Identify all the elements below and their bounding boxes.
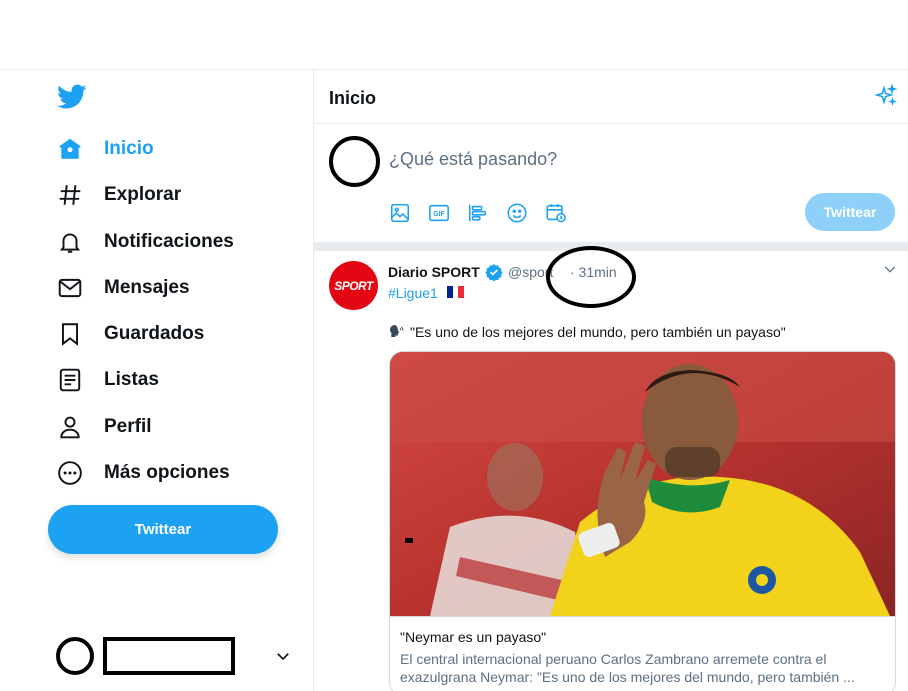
card-image (390, 352, 895, 616)
sidebar-item-label: Perfil (104, 416, 152, 437)
chevron-down-icon[interactable] (882, 261, 898, 282)
person-icon (56, 413, 84, 441)
compose-input[interactable] (389, 149, 789, 170)
bell-icon (56, 228, 84, 256)
sidebar-item-label: Más opciones (104, 462, 230, 483)
sidebar-item-label: Notificaciones (104, 231, 234, 252)
sidebar-item-listas[interactable]: Listas (56, 363, 159, 397)
bookmark-icon (56, 320, 84, 348)
twitter-bird-icon[interactable] (57, 84, 87, 110)
tweet-text: "Es uno de los mejores del mundo, pero t… (410, 324, 786, 340)
emoji-icon[interactable] (506, 202, 545, 224)
sidebar: Inicio Explorar Notificaciones Mensajes … (0, 70, 314, 691)
image-icon[interactable] (389, 202, 428, 224)
verified-badge-icon (485, 263, 503, 286)
sidebar-item-mensajes[interactable]: Mensajes (56, 271, 190, 305)
card-title: "Neymar es un payaso" (400, 629, 547, 645)
tweet-avatar[interactable]: SPORT (329, 261, 378, 310)
sidebar-item-guardados[interactable]: Guardados (56, 317, 204, 351)
page-title: Inicio (329, 88, 377, 108)
hashtag-icon (56, 181, 84, 209)
chevron-down-icon (274, 647, 292, 670)
sidebar-item-label: Explorar (104, 184, 182, 205)
sidebar-item-notificaciones[interactable]: Notificaciones (56, 225, 234, 259)
more-circle-icon (56, 459, 84, 487)
sidebar-item-explorar[interactable]: Explorar (56, 178, 181, 212)
sidebar-item-label: Guardados (104, 323, 205, 344)
avatar (329, 136, 380, 187)
annotation-circle (546, 246, 636, 308)
list-icon (56, 366, 84, 394)
tweet-author-name[interactable]: Diario SPORT (388, 264, 480, 280)
sidebar-item-perfil[interactable]: Perfil (56, 410, 152, 444)
card-description: El central internacional peruano Carlos … (400, 651, 855, 685)
poll-icon[interactable] (467, 202, 506, 224)
sidebar-item-inicio[interactable]: Inicio (56, 132, 154, 166)
envelope-icon (56, 274, 84, 302)
gif-icon[interactable]: GIF (428, 202, 467, 224)
avatar (56, 637, 94, 675)
account-switcher[interactable] (56, 635, 306, 675)
sidebar-item-label: Listas (104, 369, 159, 390)
schedule-icon[interactable] (545, 202, 584, 224)
main-header: Inicio (314, 70, 908, 124)
home-icon (56, 135, 84, 163)
speaking-head-icon (388, 323, 404, 342)
sidebar-tweet-button[interactable]: Twittear (48, 505, 278, 554)
svg-text:GIF: GIF (433, 211, 444, 218)
sidebar-item-label: Mensajes (104, 277, 190, 298)
compose-tweet-button[interactable]: Twittear (805, 193, 895, 231)
france-flag-icon (447, 286, 465, 298)
hashtag-link[interactable]: #Ligue1 (388, 285, 438, 301)
tweet-composer: GIF Twittear (314, 124, 908, 242)
sidebar-item-mas-opciones[interactable]: Más opciones (56, 456, 230, 490)
top-blank-bar (0, 0, 908, 70)
composer-toolbar: GIF (389, 202, 584, 224)
sparkle-icon[interactable] (874, 83, 898, 113)
tweet-text-row: "Es uno de los mejores del mundo, pero t… (388, 323, 786, 342)
sidebar-item-label: Inicio (104, 138, 154, 159)
tweet[interactable]: SPORT Diario SPORT @sport · 31min #Ligue… (314, 246, 908, 691)
card-meta: "Neymar es un payaso" El central interna… (390, 616, 895, 691)
link-card[interactable]: "Neymar es un payaso" El central interna… (389, 351, 896, 691)
account-name-redacted (103, 637, 235, 675)
main-timeline: Inicio GIF Twittear SPO (314, 70, 908, 691)
